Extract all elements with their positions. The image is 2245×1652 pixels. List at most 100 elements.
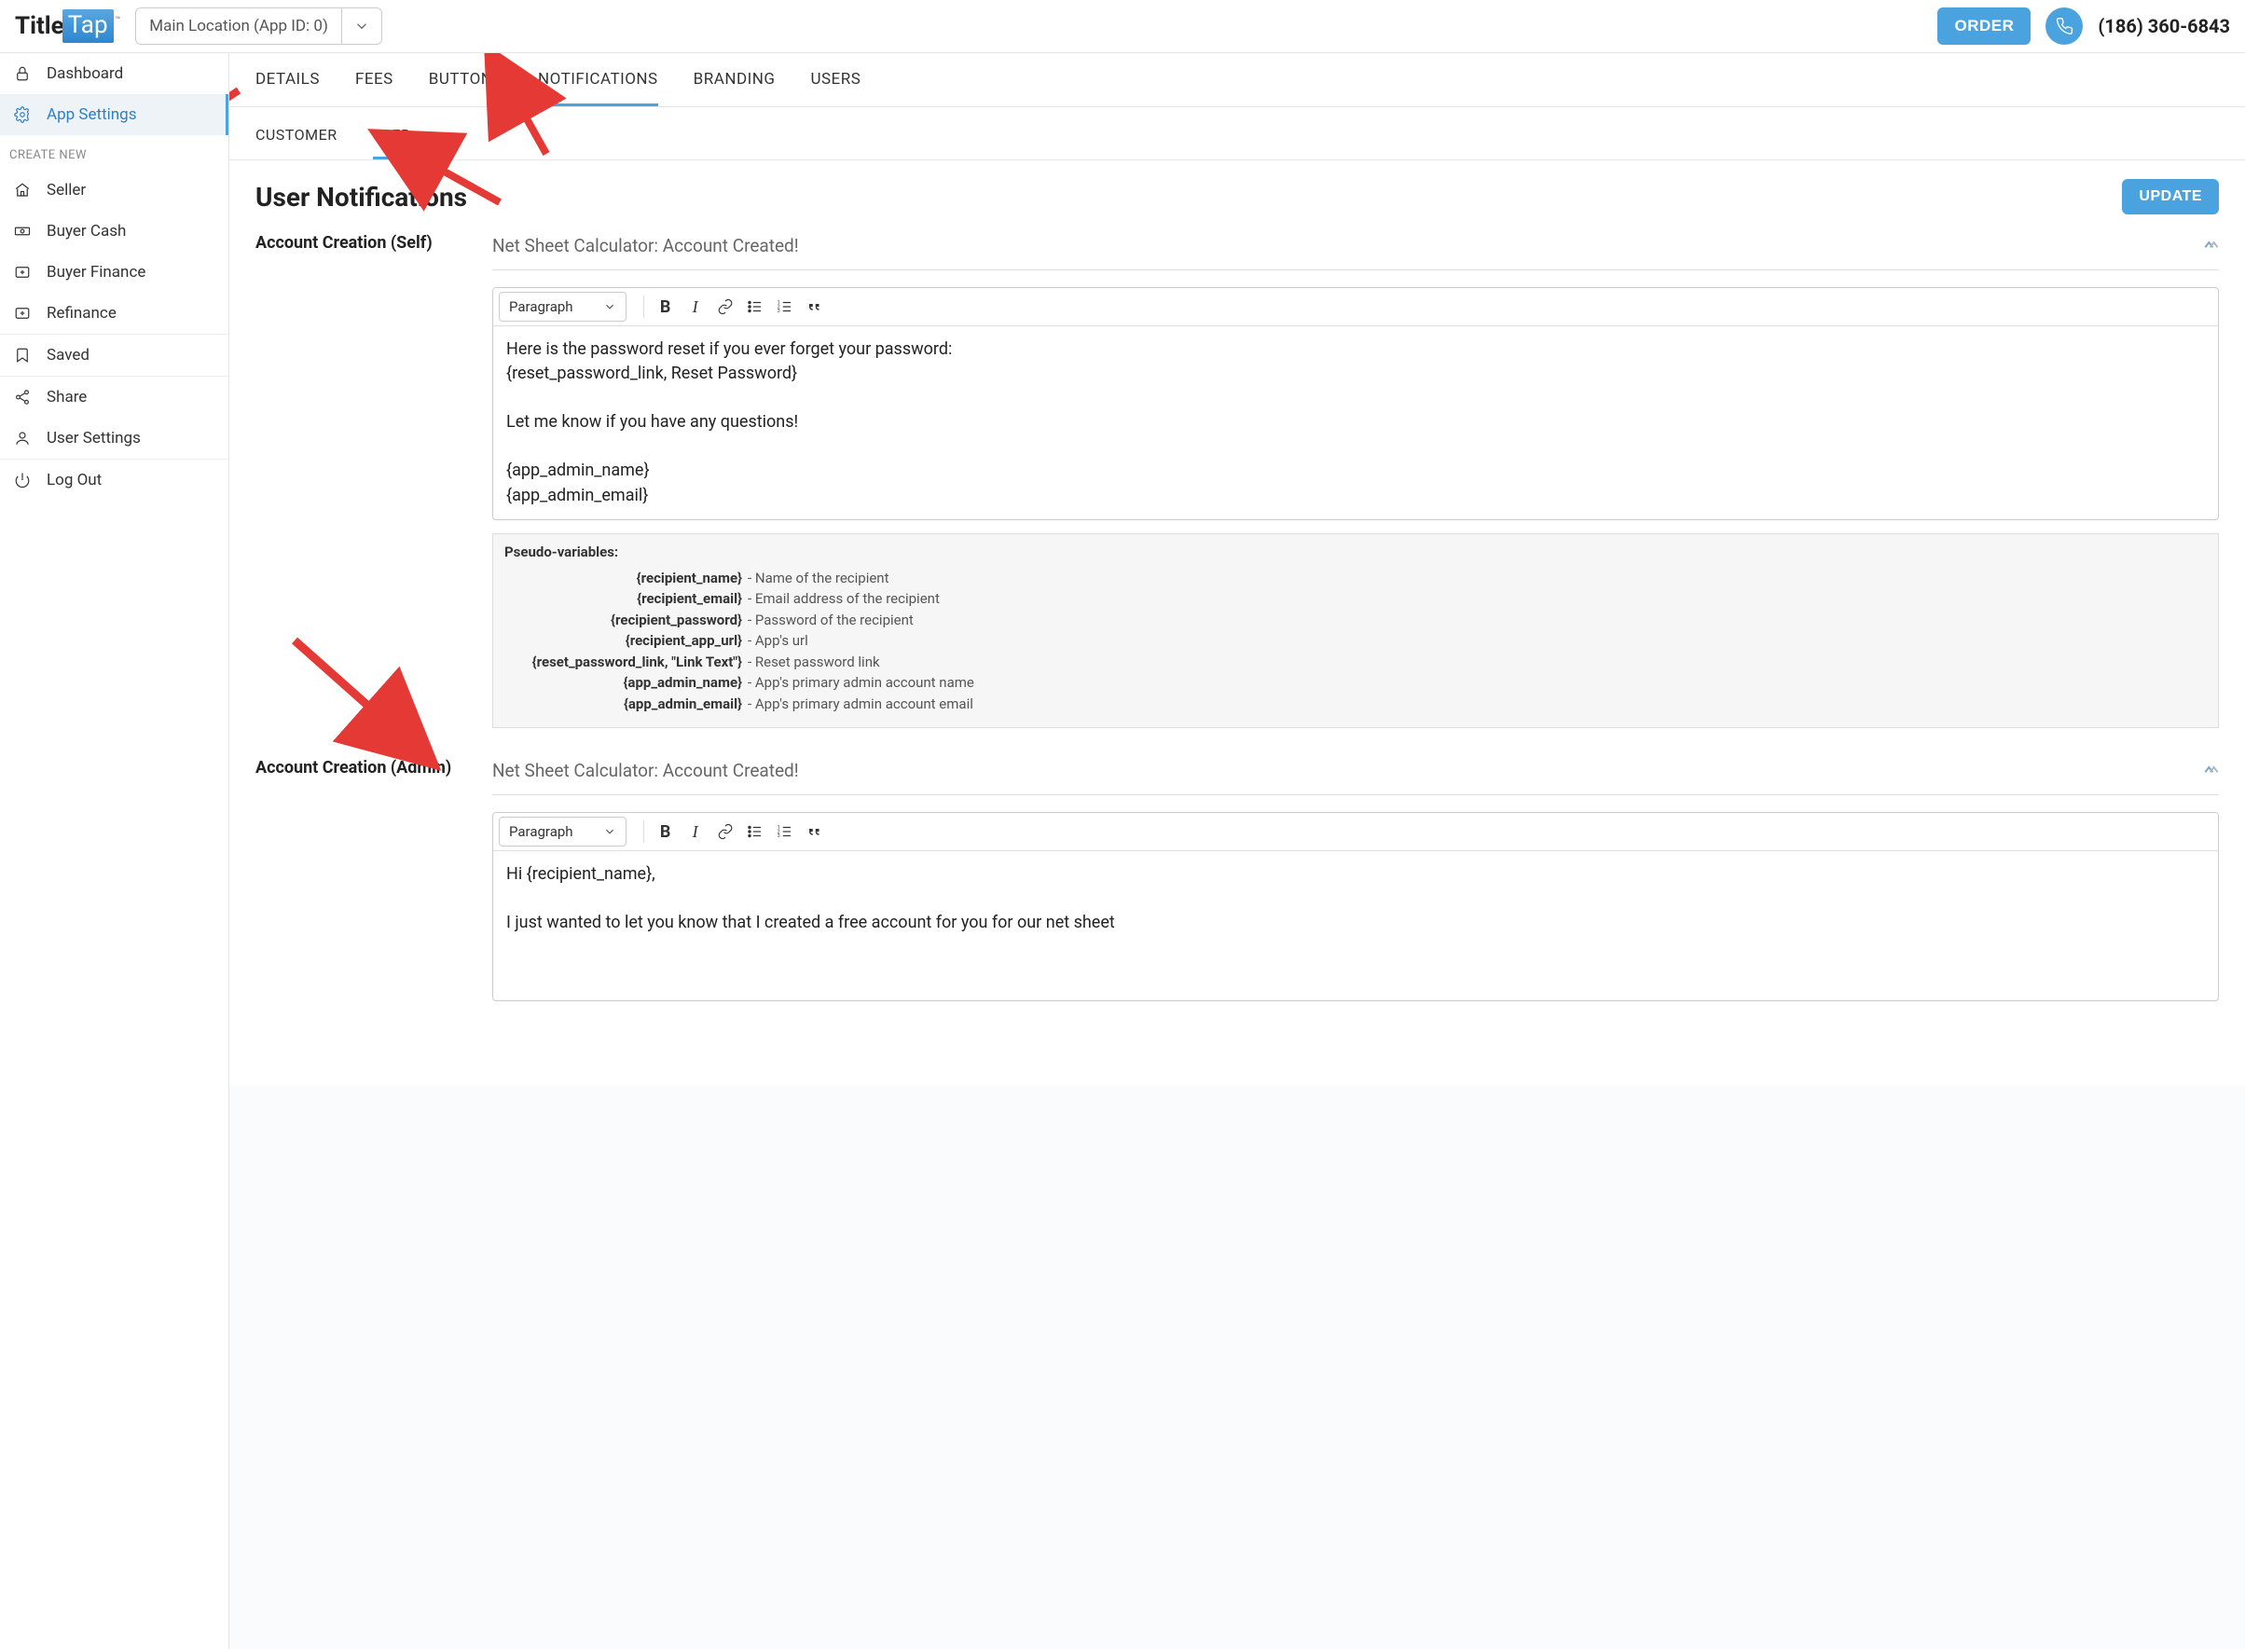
tab-fees[interactable]: FEES bbox=[355, 70, 393, 106]
section-label: Account Creation (Self) bbox=[255, 231, 470, 728]
page-title: User Notifications bbox=[255, 182, 467, 213]
sidebar-item-label: Refinance bbox=[47, 304, 117, 323]
link-button[interactable] bbox=[711, 293, 739, 321]
sidebar-item-label: User Settings bbox=[47, 429, 141, 447]
bold-button[interactable]: B bbox=[652, 293, 680, 321]
share-icon bbox=[13, 389, 32, 406]
pseudo-key: {app_admin_name} bbox=[504, 672, 742, 694]
pseudo-variables-box: Pseudo-variables: {recipient_name}- Name… bbox=[492, 533, 2219, 729]
tab-buttons[interactable]: BUTTONS bbox=[429, 70, 503, 106]
gear-icon bbox=[13, 106, 32, 123]
location-selector[interactable]: Main Location (App ID: 0) bbox=[135, 7, 382, 45]
pseudo-key: {recipient_app_url} bbox=[504, 630, 742, 652]
primary-tabs: DETAILS FEES BUTTONS NOTIFICATIONS BRANDING U… bbox=[229, 53, 2245, 107]
sidebar-item-refinance[interactable]: Refinance bbox=[0, 293, 228, 334]
svg-text:3: 3 bbox=[777, 309, 779, 314]
plus-box-icon bbox=[13, 305, 32, 322]
pseudo-key: {reset_password_link, "Link Text"} bbox=[504, 652, 742, 673]
sidebar-item-label: Dashboard bbox=[47, 64, 123, 83]
logo-text-box: Tap bbox=[62, 9, 114, 43]
sidebar-item-buyer-cash[interactable]: Buyer Cash bbox=[0, 211, 228, 252]
section-account-creation-self: Account Creation (Self) Net Sheet Calcul… bbox=[255, 231, 2219, 728]
chevron-down-icon bbox=[603, 825, 616, 838]
sidebar-item-app-settings[interactable]: App Settings bbox=[0, 94, 228, 135]
tab-details[interactable]: DETAILS bbox=[255, 70, 320, 106]
pseudo-row: {reset_password_link, "Link Text"} - Rese… bbox=[504, 652, 2207, 673]
pseudo-desc: - Email address of the recipient bbox=[748, 588, 940, 610]
top-bar: TitleTap™ Main Location (App ID: 0) ORDE… bbox=[0, 0, 2245, 53]
pseudo-desc: - App's url bbox=[748, 630, 808, 652]
bookmark-icon bbox=[13, 347, 32, 364]
power-icon bbox=[13, 472, 32, 489]
editor-body[interactable]: Here is the password reset if you ever f… bbox=[493, 326, 2218, 519]
subject-text[interactable]: Net Sheet Calculator: Account Created! bbox=[492, 760, 799, 781]
plus-box-icon bbox=[13, 264, 32, 281]
user-icon bbox=[13, 430, 32, 447]
editor: Paragraph B I 123 H bbox=[492, 812, 2219, 1001]
unordered-list-button[interactable] bbox=[741, 293, 769, 321]
caret-down-icon bbox=[342, 8, 381, 44]
tab-users[interactable]: USERS bbox=[810, 70, 861, 106]
sidebar-item-label: App Settings bbox=[47, 105, 136, 124]
sidebar-item-label: Buyer Cash bbox=[47, 222, 126, 241]
sidebar: Dashboard App Settings CREATE NEW Seller B… bbox=[0, 53, 229, 1649]
collapse-icon[interactable] bbox=[2204, 764, 2219, 778]
section-label: Account Creation (Admin) bbox=[255, 756, 470, 1001]
subject-text[interactable]: Net Sheet Calculator: Account Created! bbox=[492, 235, 799, 256]
pseudo-desc: - Password of the recipient bbox=[748, 610, 914, 631]
sidebar-item-log-out[interactable]: Log Out bbox=[0, 460, 228, 501]
update-button[interactable]: UPDATE bbox=[2122, 179, 2219, 214]
lock-icon bbox=[13, 65, 32, 82]
editor-body[interactable]: Hi {recipient_name}, I just wanted to le… bbox=[493, 851, 2218, 1000]
sidebar-item-label: Buyer Finance bbox=[47, 263, 145, 282]
pseudo-title: Pseudo-variables: bbox=[504, 544, 2207, 560]
ordered-list-button[interactable]: 123 bbox=[771, 818, 799, 846]
pseudo-row: {app_admin_email}- App's primary admin a… bbox=[504, 694, 2207, 715]
italic-button[interactable]: I bbox=[682, 293, 709, 321]
paragraph-select[interactable]: Paragraph bbox=[499, 292, 627, 322]
section-account-creation-admin: Account Creation (Admin) Net Sheet Calcu… bbox=[255, 756, 2219, 1001]
unordered-list-button[interactable] bbox=[741, 818, 769, 846]
subtab-user[interactable]: USER bbox=[373, 126, 411, 159]
pseudo-row: {recipient_email}- Email address of the … bbox=[504, 588, 2207, 610]
logo-text-pre: Title bbox=[15, 12, 64, 40]
logo-tm: ™ bbox=[116, 16, 121, 25]
order-button[interactable]: ORDER bbox=[1937, 7, 2031, 45]
paragraph-select[interactable]: Paragraph bbox=[499, 817, 627, 847]
editor-toolbar: Paragraph B I 123 bbox=[493, 288, 2218, 326]
sidebar-item-label: Saved bbox=[47, 346, 90, 365]
sidebar-section-create: CREATE NEW bbox=[0, 135, 228, 170]
location-label: Main Location (App ID: 0) bbox=[136, 8, 342, 44]
bold-button[interactable]: B bbox=[652, 818, 680, 846]
chevron-down-icon bbox=[603, 300, 616, 313]
pseudo-key: {recipient_name} bbox=[504, 568, 742, 589]
pseudo-row: {recipient_password}- Password of the re… bbox=[504, 610, 2207, 631]
sidebar-item-label: Log Out bbox=[47, 471, 102, 489]
editor: Paragraph B I 123 H bbox=[492, 287, 2219, 520]
pseudo-row: {recipient_app_url} - App's url bbox=[504, 630, 2207, 652]
tab-branding[interactable]: BRANDING bbox=[694, 70, 776, 106]
italic-button[interactable]: I bbox=[682, 818, 709, 846]
house-icon bbox=[13, 182, 32, 199]
pseudo-desc: - App's primary admin account name bbox=[748, 672, 974, 694]
sidebar-item-dashboard[interactable]: Dashboard bbox=[0, 53, 228, 94]
main-area: DETAILS FEES BUTTONS NOTIFICATIONS BRANDING U… bbox=[229, 53, 2245, 1649]
sidebar-item-label: Seller bbox=[47, 181, 86, 200]
editor-toolbar: Paragraph B I 123 bbox=[493, 813, 2218, 851]
ordered-list-button[interactable]: 123 bbox=[771, 293, 799, 321]
tab-notifications[interactable]: NOTIFICATIONS bbox=[538, 70, 658, 106]
sidebar-item-seller[interactable]: Seller bbox=[0, 170, 228, 211]
link-button[interactable] bbox=[711, 818, 739, 846]
pseudo-desc: - Reset password link bbox=[748, 652, 880, 673]
pseudo-desc: - App's primary admin account email bbox=[748, 694, 973, 715]
quote-button[interactable] bbox=[801, 818, 829, 846]
subtab-customer[interactable]: CUSTOMER bbox=[255, 126, 337, 159]
sidebar-item-user-settings[interactable]: User Settings bbox=[0, 418, 228, 459]
sidebar-item-saved[interactable]: Saved bbox=[0, 335, 228, 376]
sidebar-item-label: Share bbox=[47, 388, 87, 406]
collapse-icon[interactable] bbox=[2204, 239, 2219, 254]
sidebar-item-share[interactable]: Share bbox=[0, 377, 228, 418]
quote-button[interactable] bbox=[801, 293, 829, 321]
phone-icon[interactable] bbox=[2045, 7, 2083, 45]
sidebar-item-buyer-finance[interactable]: Buyer Finance bbox=[0, 252, 228, 293]
